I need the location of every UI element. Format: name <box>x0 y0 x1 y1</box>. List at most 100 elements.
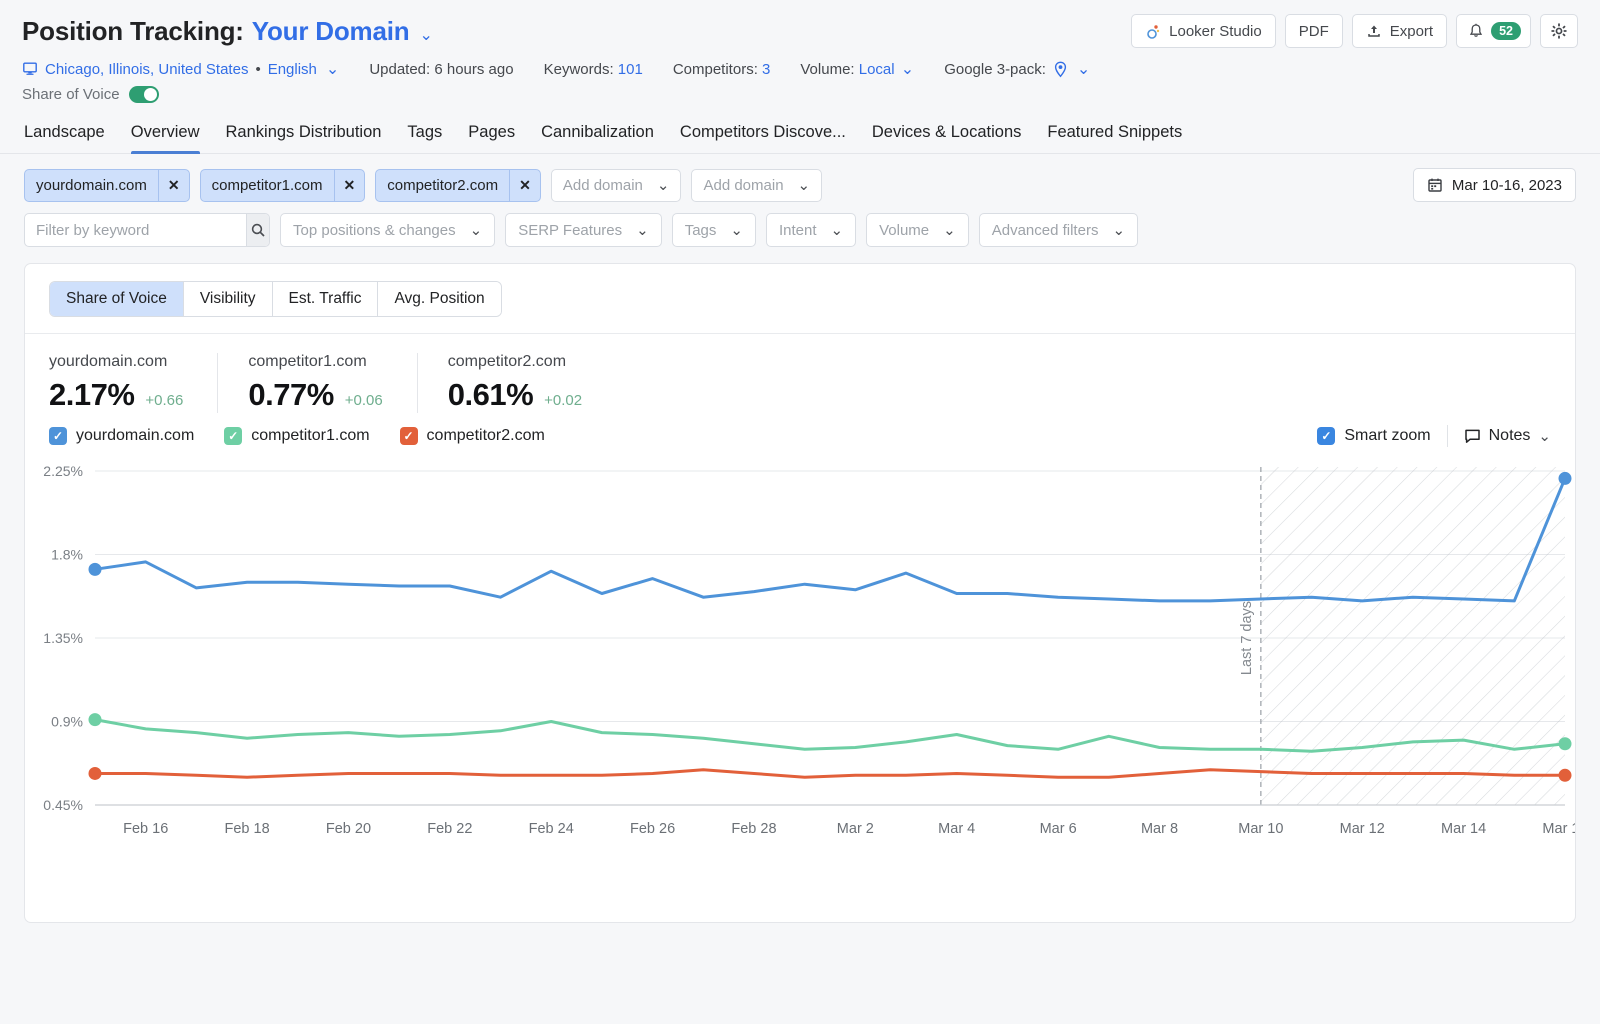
filter-serp-features[interactable]: SERP Features ⌄ <box>505 213 662 247</box>
domain-chip-competitor2[interactable]: competitor2.com ✕ <box>375 168 541 202</box>
legend-checkbox[interactable]: ✓ <box>49 427 67 445</box>
filter-label: Intent <box>778 221 817 239</box>
chart-tools: ✓ Smart zoom Notes ⌄ <box>1317 425 1551 447</box>
tab-rankings-distribution[interactable]: Rankings Distribution <box>226 123 382 153</box>
legend-item-competitor1[interactable]: ✓ competitor1.com <box>224 427 370 445</box>
filter-label: Advanced filters <box>991 221 1099 239</box>
last-7-days-region <box>1260 467 1565 805</box>
domain-chip-label: competitor2.com <box>387 176 499 194</box>
svg-text:Mar 16: Mar 16 <box>1542 821 1576 837</box>
bell-icon <box>1469 23 1483 37</box>
header-toolbar: Looker Studio PDF Export 52 <box>1131 14 1578 48</box>
svg-text:1.8%: 1.8% <box>51 547 83 563</box>
legend-label: competitor2.com <box>426 427 545 444</box>
google-3pack-selector[interactable]: Google 3-pack: ⌄ <box>944 59 1090 79</box>
tab-devices-locations[interactable]: Devices & Locations <box>872 123 1022 153</box>
date-range-picker[interactable]: Mar 10-16, 2023 <box>1412 168 1576 202</box>
competitors-value[interactable]: 3 <box>762 61 770 78</box>
legend-checkbox[interactable]: ✓ <box>224 427 243 445</box>
tab-featured-snippets[interactable]: Featured Snippets <box>1047 123 1182 153</box>
svg-text:Last 7 days: Last 7 days <box>1239 601 1255 675</box>
add-domain-button-1[interactable]: Add domain ⌄ <box>550 168 682 202</box>
chevron-down-icon[interactable]: ⌄ <box>419 25 432 45</box>
tab-tags[interactable]: Tags <box>407 123 442 153</box>
svg-text:Mar 2: Mar 2 <box>837 821 874 837</box>
domain-chip-yourdomain[interactable]: yourdomain.com ✕ <box>24 168 190 202</box>
metric-tab-avg-position[interactable]: Avg. Position <box>378 282 501 316</box>
title-row: Position Tracking: Your Domain ⌄ Looker … <box>22 14 1578 48</box>
legend-item-yourdomain[interactable]: ✓ yourdomain.com <box>49 427 194 445</box>
metric-tab-est-traffic[interactable]: Est. Traffic <box>272 282 379 316</box>
google-3pack-label: Google 3-pack: <box>944 60 1046 78</box>
filter-tags[interactable]: Tags ⌄ <box>671 213 756 247</box>
looker-studio-button[interactable]: Looker Studio <box>1131 14 1276 48</box>
chart-svg[interactable]: 0.45%0.9%1.35%1.8%2.25% Feb 16 Feb 18 Feb … <box>25 453 1576 873</box>
settings-button[interactable] <box>1540 14 1578 48</box>
filter-advanced[interactable]: Advanced filters ⌄ <box>978 213 1139 247</box>
search-icon[interactable] <box>246 214 269 246</box>
kpi-name: yourdomain.com <box>49 353 168 370</box>
note-icon <box>1464 429 1480 443</box>
share-of-voice-toggle[interactable] <box>128 86 159 103</box>
svg-text:Mar 4: Mar 4 <box>938 821 975 837</box>
last-7-days-label: Last 7 days <box>1239 601 1255 675</box>
page-title-domain[interactable]: Your Domain <box>252 16 410 47</box>
domain-chip-row: yourdomain.com ✕ competitor1.com ✕ compe… <box>24 168 1576 202</box>
location-selector[interactable]: Chicago, Illinois, United States • Engli… <box>22 59 339 79</box>
smart-zoom-checkbox[interactable]: ✓ <box>1317 427 1336 445</box>
pack-chevron-down-icon[interactable]: ⌄ <box>1077 59 1090 79</box>
close-icon[interactable]: ✕ <box>509 169 540 201</box>
volume-chevron-down-icon[interactable]: ⌄ <box>901 61 914 78</box>
chevron-down-icon: ⌄ <box>830 222 844 239</box>
tab-pages[interactable]: Pages <box>468 123 515 153</box>
notifications-button[interactable]: 52 <box>1456 14 1531 48</box>
tab-overview[interactable]: Overview <box>130 123 200 154</box>
share-of-voice-chart[interactable]: 0.45% 0.9% 1.35% 1.8% 2.25% Feb 16 Feb 18 Feb … <box>25 453 1575 873</box>
filter-intent[interactable]: Intent ⌄ <box>765 213 857 247</box>
keyword-search[interactable] <box>24 213 270 247</box>
looker-studio-label: Looker Studio <box>1169 22 1262 40</box>
looker-studio-icon <box>1147 25 1160 39</box>
tab-cannibalization[interactable]: Cannibalization <box>541 123 654 153</box>
keywords-value[interactable]: 101 <box>618 61 643 78</box>
tab-competitors-discovery[interactable]: Competitors Discove... <box>680 123 846 153</box>
close-icon[interactable]: ✕ <box>333 169 365 201</box>
svg-text:Feb 26: Feb 26 <box>630 821 675 837</box>
metric-tab-share-of-voice[interactable]: Share of Voice <box>50 282 184 316</box>
kpi-competitor2: competitor2.com 0.61% +0.02 <box>416 353 616 413</box>
kpi-delta: +0.66 <box>145 392 184 409</box>
export-button[interactable]: Export <box>1351 14 1448 48</box>
chevron-down-icon: ⌄ <box>797 177 811 194</box>
smart-zoom-label: Smart zoom <box>1344 427 1431 444</box>
search-input[interactable] <box>25 214 246 246</box>
legend-checkbox[interactable]: ✓ <box>399 427 418 445</box>
competitors-label: Competitors: <box>672 60 758 78</box>
svg-text:0.45%: 0.45% <box>43 797 83 813</box>
filter-volume[interactable]: Volume ⌄ <box>866 213 969 247</box>
chart-y-axis: 0.45% 0.9% 1.35% 1.8% 2.25% <box>43 463 83 813</box>
svg-text:Mar 12: Mar 12 <box>1340 821 1385 837</box>
tab-landscape[interactable]: Landscape <box>24 123 105 153</box>
share-of-voice-toggle-row: Share of Voice <box>22 86 1578 103</box>
metric-tab-visibility[interactable]: Visibility <box>183 282 273 316</box>
svg-text:Feb 16: Feb 16 <box>123 821 168 837</box>
pdf-button[interactable]: PDF <box>1284 14 1343 48</box>
filter-top-positions[interactable]: Top positions & changes ⌄ <box>280 213 496 247</box>
kpi-value-row: 0.61% +0.02 <box>448 377 582 413</box>
chevron-down-icon: ⌄ <box>636 222 649 239</box>
kpi-row: yourdomain.com 2.17% +0.66 competitor1.c… <box>25 334 1575 413</box>
notes-button[interactable]: Notes ⌄ <box>1464 427 1551 445</box>
meta-row: Chicago, Illinois, United States • Engli… <box>22 59 1578 79</box>
chevron-down-icon: ⌄ <box>730 222 743 239</box>
location-chevron-down-icon[interactable]: ⌄ <box>326 59 339 79</box>
kpi-value-row: 0.77% +0.06 <box>248 377 382 413</box>
add-domain-label: Add domain <box>703 176 784 194</box>
domain-chip-competitor1[interactable]: competitor1.com ✕ <box>199 168 366 202</box>
close-icon[interactable]: ✕ <box>157 169 189 201</box>
chevron-down-icon: ⌄ <box>656 177 670 194</box>
page-title-static: Position Tracking: <box>22 15 244 46</box>
volume-selector[interactable]: Volume: Local ⌄ <box>800 59 914 79</box>
smart-zoom-toggle[interactable]: ✓ Smart zoom <box>1317 427 1431 445</box>
legend-item-competitor2[interactable]: ✓ competitor2.com <box>399 427 545 445</box>
add-domain-button-2[interactable]: Add domain ⌄ <box>691 168 823 202</box>
